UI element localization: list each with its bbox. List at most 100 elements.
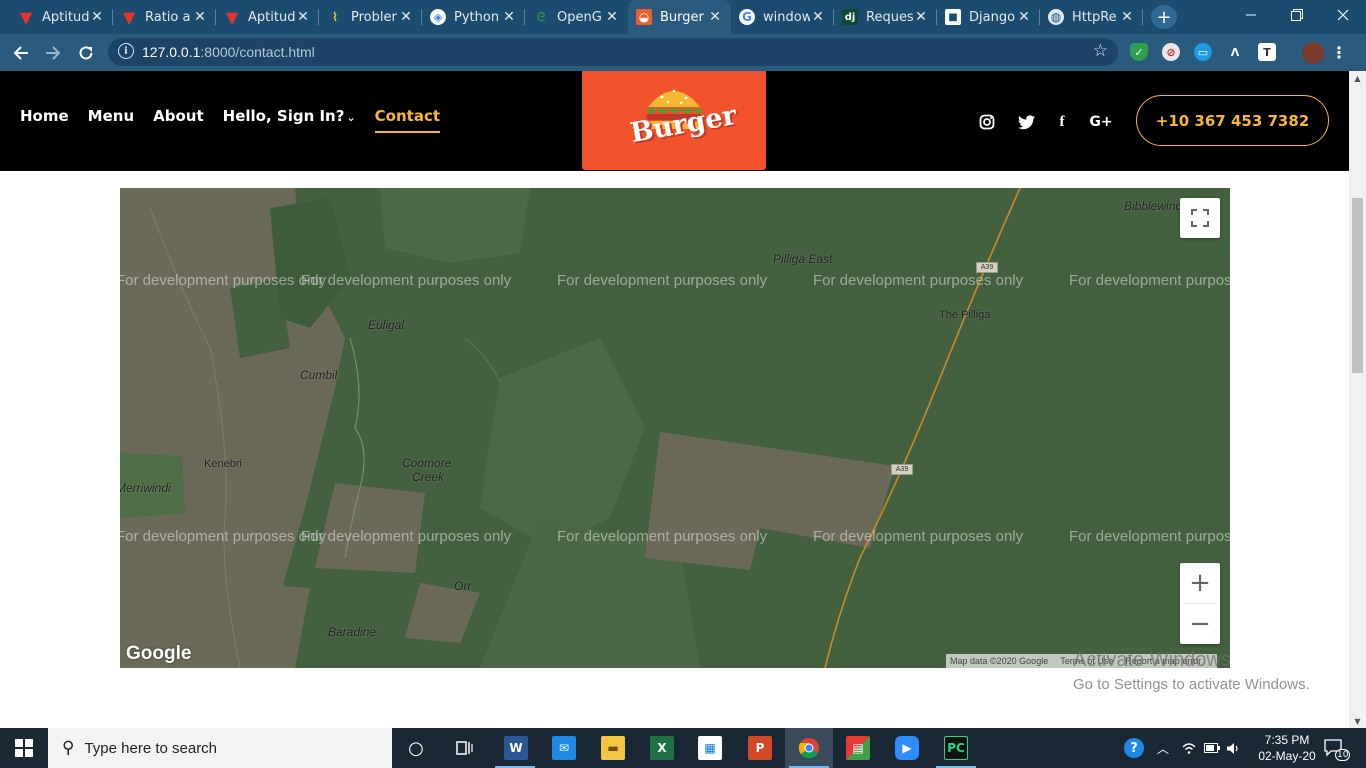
close-tab-icon[interactable]: ✕ xyxy=(295,9,311,25)
powerpoint-icon[interactable]: P xyxy=(748,736,772,760)
reload-button[interactable] xyxy=(73,40,99,66)
activate-windows-subtitle: Go to Settings to activate Windows. xyxy=(1073,676,1310,693)
close-tab-icon[interactable]: ✕ xyxy=(501,9,517,25)
tab-title: window xyxy=(763,9,810,25)
close-tab-icon[interactable]: ✕ xyxy=(707,9,723,25)
road-shield: A39 xyxy=(976,262,998,273)
web-page: Home Menu About Hello, Sign In? ⌄ Contact… xyxy=(0,71,1349,728)
chrome-menu-icon[interactable]: ⋮ xyxy=(1331,43,1347,62)
browser-tab[interactable]: ■ Django ✕ xyxy=(937,0,1040,34)
mail-icon[interactable]: ✉ xyxy=(552,736,576,760)
close-tab-icon[interactable]: ✕ xyxy=(1016,9,1032,25)
scroll-up-arrow-icon[interactable]: ▲ xyxy=(1349,71,1366,85)
forward-button[interactable] xyxy=(40,40,66,66)
browser-tab[interactable]: ◒ Burger ✕ xyxy=(628,0,731,34)
clock-date: 02-May-20 xyxy=(1258,749,1316,763)
browser-tab[interactable]: ▼ Aptitud ✕ xyxy=(10,0,113,34)
google-map[interactable]: For development purposes only For develo… xyxy=(120,188,1230,668)
globe-icon: ◍ xyxy=(1048,9,1064,25)
taskbar-search-box[interactable]: ⚲ Type here to search xyxy=(48,728,392,768)
excel-icon[interactable]: X xyxy=(650,736,674,760)
page-scrollbar[interactable]: ▲ ▼ xyxy=(1349,71,1366,728)
tab-title: Burger xyxy=(660,9,704,25)
google-logo[interactable]: Google xyxy=(126,643,191,665)
shield-extension-icon[interactable]: ✓ xyxy=(1130,43,1148,61)
restore-button[interactable] xyxy=(1274,0,1320,30)
text-extension-icon[interactable]: T xyxy=(1258,43,1276,61)
browser-tab[interactable]: dj Reques ✕ xyxy=(834,0,937,34)
place-label: Creek xyxy=(412,470,445,484)
show-hidden-icons-chevron-icon[interactable]: ︿ xyxy=(1157,728,1169,768)
instagram-icon[interactable] xyxy=(975,110,999,134)
system-clock[interactable]: 7:35 PM 02-May-20 xyxy=(1252,732,1322,764)
close-tab-icon[interactable]: ✕ xyxy=(192,9,208,25)
dev-watermark: For development purposes only xyxy=(120,528,327,545)
google-plus-icon[interactable]: G+ xyxy=(1089,110,1113,134)
browser-tab[interactable]: ⌇ Probler ✕ xyxy=(319,0,422,34)
phone-button[interactable]: +10 367 453 7382 xyxy=(1136,95,1329,146)
tab-title: Aptitud xyxy=(42,9,89,25)
block-extension-icon[interactable]: ⊘ xyxy=(1162,43,1180,61)
help-tray-icon[interactable]: ? xyxy=(1124,728,1144,768)
menu-item-sign-in[interactable]: Hello, Sign In? ⌄ xyxy=(223,107,356,125)
site-logo[interactable]: Burger xyxy=(582,71,766,170)
file-explorer-icon[interactable]: ▬ xyxy=(601,736,625,760)
browser-tab[interactable]: ◍ HttpRe ✕ xyxy=(1040,0,1143,34)
wifi-icon[interactable] xyxy=(1182,728,1196,768)
menu-item-home[interactable]: Home xyxy=(20,107,69,125)
task-view-icon[interactable] xyxy=(452,736,476,760)
profile-avatar[interactable] xyxy=(1302,42,1324,64)
close-tab-icon[interactable]: ✕ xyxy=(913,9,929,25)
volume-icon[interactable] xyxy=(1226,728,1241,768)
menu-item-menu[interactable]: Menu xyxy=(88,107,134,125)
burger-favicon: ◒ xyxy=(636,9,652,25)
zoom-out-button[interactable]: − xyxy=(1180,604,1220,644)
close-tab-icon[interactable]: ✕ xyxy=(398,9,414,25)
cortana-icon[interactable]: ○ xyxy=(404,736,428,760)
browser-tab[interactable]: Gwindow ✕ xyxy=(731,0,834,34)
twitter-icon[interactable] xyxy=(1014,110,1038,134)
colab-icon: ◈ xyxy=(430,9,446,25)
menu-item-about[interactable]: About xyxy=(153,107,204,125)
start-button[interactable] xyxy=(0,728,48,768)
main-menu: Home Menu About Hello, Sign In? ⌄ Contact xyxy=(20,107,459,133)
close-tab-icon[interactable]: ✕ xyxy=(604,9,620,25)
browser-tab[interactable]: ▼ Aptitud ✕ xyxy=(216,0,319,34)
menu-item-contact[interactable]: Contact xyxy=(374,107,441,133)
battery-icon[interactable] xyxy=(1204,728,1220,768)
close-tab-icon[interactable]: ✕ xyxy=(89,9,105,25)
bookmark-star-icon[interactable]: ☆ xyxy=(1093,41,1108,61)
scroll-down-arrow-icon[interactable]: ▼ xyxy=(1349,714,1366,728)
chrome-icon[interactable] xyxy=(797,736,821,760)
back-button[interactable] xyxy=(8,40,34,66)
site-info-icon[interactable]: i xyxy=(118,43,134,59)
zoom-app-icon[interactable]: ▶ xyxy=(895,736,919,760)
new-tab-button[interactable]: + xyxy=(1151,5,1177,29)
browser-tab[interactable]: ◈ Python ✕ xyxy=(422,0,525,34)
chat-extension-icon[interactable]: ▭ xyxy=(1194,43,1212,61)
store-icon[interactable]: ▦ xyxy=(698,736,722,760)
pdf-extension-icon[interactable]: ⴷ xyxy=(1226,43,1244,61)
zoom-in-button[interactable]: + xyxy=(1180,563,1220,603)
v-logo-icon: ▼ xyxy=(19,7,33,27)
browser-toolbar: i 127.0.0.1:8000/contact.html ☆ ✓ ⊘ ▭ ⴷ … xyxy=(0,34,1366,71)
winrar-icon[interactable]: ▤ xyxy=(846,736,870,760)
place-label: Coomore xyxy=(402,456,452,470)
close-tab-icon[interactable]: ✕ xyxy=(1119,9,1135,25)
fullscreen-icon xyxy=(1191,209,1209,227)
close-tab-icon[interactable]: ✕ xyxy=(810,9,826,25)
fullscreen-button[interactable] xyxy=(1180,198,1220,238)
browser-tab[interactable]: ▼ Ratio a ✕ xyxy=(113,0,216,34)
word-icon[interactable]: W xyxy=(504,736,528,760)
facebook-icon[interactable]: f xyxy=(1050,110,1074,134)
dev-watermark: For development purposes only xyxy=(813,272,1024,289)
pycharm-icon[interactable]: PC xyxy=(944,736,968,760)
close-window-button[interactable] xyxy=(1320,0,1366,30)
place-label: Bibblewindi xyxy=(1124,199,1185,213)
place-label: The Pilliga xyxy=(939,309,991,321)
action-center-button[interactable]: 10 xyxy=(1324,728,1351,768)
browser-tab[interactable]: ᘓ OpenG ✕ xyxy=(525,0,628,34)
address-bar[interactable]: i 127.0.0.1:8000/contact.html ☆ xyxy=(108,38,1118,66)
scroll-thumb[interactable] xyxy=(1352,198,1363,373)
minimize-button[interactable] xyxy=(1228,0,1274,30)
